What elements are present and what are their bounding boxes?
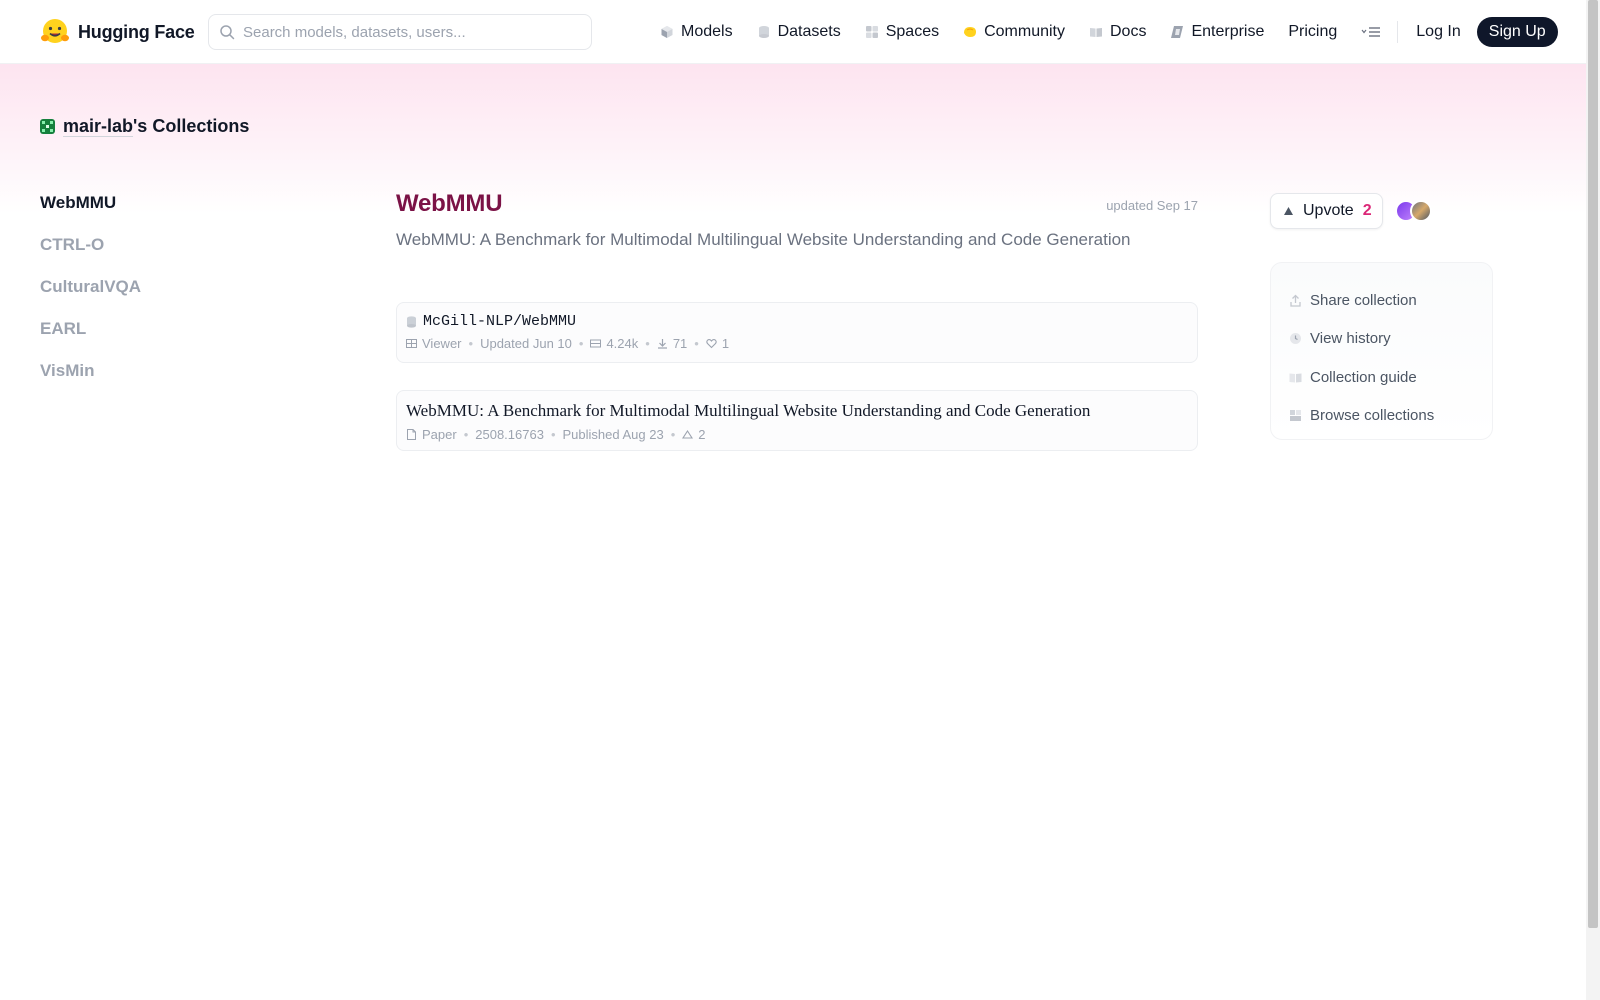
login-link[interactable]: Log In (1416, 23, 1460, 41)
collection-main: WebMMU updated Sep 17 WebMMU: A Benchmar… (396, 190, 1198, 451)
heart-icon (706, 339, 717, 349)
nav-label: Spaces (885, 23, 940, 40)
nav-models[interactable]: Models (660, 23, 733, 41)
owner-suffix: 's Collections (133, 116, 250, 136)
collection-actions-panel: Share collection View history Collection… (1270, 262, 1493, 440)
sidebar-item-webmmu[interactable]: WebMMU (40, 192, 320, 234)
more-menu-icon (1361, 27, 1381, 37)
paper-upvotes: 2 (698, 427, 706, 442)
voter-avatar[interactable] (1410, 200, 1432, 222)
community-icon (964, 27, 977, 37)
models-icon (661, 26, 673, 38)
signup-button[interactable]: Sign Up (1476, 17, 1558, 47)
dataset-likes: 1 (721, 336, 730, 351)
search-input[interactable] (243, 23, 573, 41)
collection-title: WebMMU (396, 190, 503, 217)
nav-label: Enterprise (1191, 23, 1265, 40)
browse-icon (1290, 410, 1301, 422)
dataset-rows: 4.24k (606, 336, 639, 351)
browse-collections-link[interactable]: Browse collections (1289, 397, 1492, 436)
upvote-button[interactable]: Upvote 2 (1270, 193, 1383, 229)
page-scrollbar-thumb[interactable] (1588, 0, 1598, 928)
nav-community[interactable]: Community (963, 23, 1065, 41)
nav-divider (1397, 21, 1399, 43)
docs-icon (1090, 28, 1102, 37)
share-icon (1290, 294, 1301, 307)
nav-label: Models (681, 23, 733, 40)
share-collection-link[interactable]: Share collection (1289, 281, 1492, 320)
sidebar-item-earl[interactable]: EARL (40, 318, 320, 360)
history-icon (1290, 333, 1301, 345)
collection-guide-link[interactable]: Collection guide (1289, 358, 1492, 397)
collections-sidebar: WebMMU CTRL-O CulturalVQA EARL VisMin (40, 192, 320, 402)
viewer-icon (406, 339, 417, 348)
paper-meta: Paper • 2508.16763 • Published Aug 23 • … (406, 427, 1188, 442)
nav-label: Datasets (777, 23, 841, 40)
viewer-label: Viewer (422, 336, 462, 351)
main-nav: Models Datasets Spaces Community Docs En… (660, 14, 1558, 50)
nav-spaces[interactable]: Spaces (865, 23, 939, 41)
datasets-icon (758, 26, 769, 38)
action-label: Share collection (1310, 291, 1417, 309)
item-title-row: McGill-NLP/WebMMU (406, 313, 1188, 330)
upvote-label: Upvote (1303, 202, 1354, 219)
upvote-count: 2 (1362, 202, 1372, 219)
action-label: View history (1310, 330, 1391, 348)
search-icon (220, 25, 235, 40)
brand-home-link[interactable]: Hugging Face (40, 16, 195, 48)
hugging-face-logo-icon (41, 19, 69, 43)
view-history-link[interactable]: View history (1289, 320, 1492, 359)
nav-datasets[interactable]: Datasets (757, 23, 841, 41)
download-icon (657, 339, 667, 349)
collection-updated-date: updated Sep 17 (1106, 198, 1198, 213)
guide-icon (1289, 373, 1302, 383)
paper-title: WebMMU: A Benchmark for Multimodal Multi… (406, 401, 1091, 420)
sidebar-item-ctrl-o[interactable]: CTRL-O (40, 234, 320, 276)
rows-icon (590, 339, 602, 348)
nav-pricing[interactable]: Pricing (1288, 23, 1337, 41)
owner-heading: mair-lab's Collections (40, 116, 249, 137)
nav-enterprise[interactable]: Enterprise (1170, 23, 1264, 41)
spaces-icon (865, 26, 878, 38)
collection-item-dataset[interactable]: McGill-NLP/WebMMU Viewer • Updated Jun 1… (396, 302, 1198, 363)
collection-item-paper[interactable]: WebMMU: A Benchmark for Multimodal Multi… (396, 390, 1198, 451)
more-menu-button[interactable] (1361, 25, 1381, 39)
nav-label: Community (984, 23, 1065, 40)
action-label: Collection guide (1310, 368, 1417, 386)
voter-avatars (1395, 200, 1432, 222)
enterprise-icon (1171, 26, 1184, 38)
dataset-meta: Viewer • Updated Jun 10 • 4.24k • 71 • 1 (406, 336, 1188, 351)
top-navigation-bar: Hugging Face Models Datasets Spaces Comm… (0, 0, 1586, 64)
dataset-icon (407, 315, 416, 328)
brand-name: Hugging Face (78, 21, 195, 42)
paper-published: Published Aug 23 (562, 427, 664, 442)
upvote-small-icon (682, 429, 694, 439)
paper-icon (407, 429, 416, 440)
dataset-title: McGill-NLP/WebMMU (423, 313, 577, 330)
owner-avatar-icon (40, 119, 55, 134)
search-box[interactable] (208, 14, 592, 50)
upvote-arrow-icon (1284, 207, 1293, 215)
collection-description: WebMMU: A Benchmark for Multimodal Multi… (396, 230, 1131, 249)
nav-label: Pricing (1288, 23, 1338, 40)
sidebar-item-vismin[interactable]: VisMin (40, 360, 320, 402)
dataset-updated: Updated Jun 10 (480, 336, 572, 351)
action-label: Browse collections (1310, 407, 1435, 425)
sidebar-item-culturalvqa[interactable]: CulturalVQA (40, 276, 320, 318)
item-title-row: WebMMU: A Benchmark for Multimodal Multi… (406, 401, 1188, 421)
paper-arxiv-id: 2508.16763 (475, 427, 544, 442)
owner-link[interactable]: mair-lab (63, 116, 133, 136)
nav-docs[interactable]: Docs (1089, 23, 1146, 41)
dataset-downloads: 71 (672, 336, 688, 351)
nav-label: Docs (1110, 23, 1147, 40)
paper-label: Paper (422, 427, 457, 442)
